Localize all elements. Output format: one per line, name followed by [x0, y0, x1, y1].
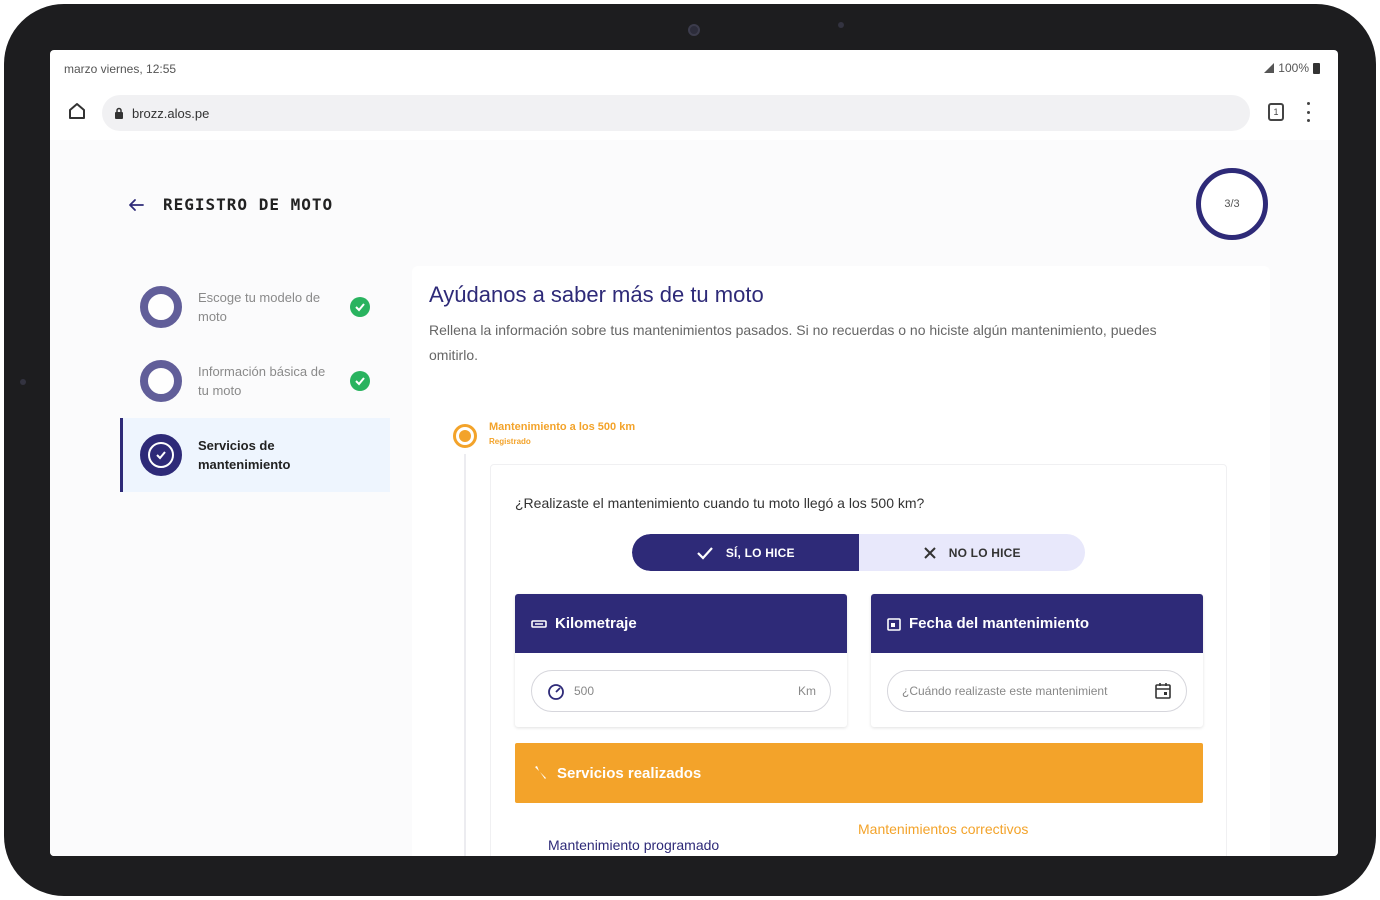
- yes-label: SÍ, LO HICE: [725, 545, 795, 560]
- date-input[interactable]: ¿Cuándo realizaste este mantenimient: [887, 670, 1187, 712]
- services-label: Servicios realizados: [557, 764, 702, 782]
- status-bar: marzo viernes, 12:55 100%: [50, 50, 1338, 86]
- scheduled-maintenance-label: Mantenimiento programado: [548, 837, 720, 853]
- page-title: REGISTRO DE MOTO: [163, 195, 334, 214]
- battery-icon: [1313, 62, 1320, 74]
- progress-indicator: 3/3: [1196, 168, 1268, 240]
- wrench-icon: [535, 766, 546, 779]
- no-button[interactable]: NO LO HICE: [859, 534, 1086, 571]
- date-label: Fecha del mantenimiento: [909, 615, 1090, 632]
- check-icon: [350, 297, 370, 317]
- url-bar[interactable]: brozz.alos.pe: [102, 95, 1250, 131]
- step-maintenance[interactable]: Servicios de mantenimiento: [120, 418, 390, 492]
- signal-icon: [1264, 63, 1275, 73]
- url-text: brozz.alos.pe: [132, 105, 210, 121]
- timeline-line: [464, 454, 466, 856]
- maintenance-question: ¿Realizaste el mantenimiento cuando tu m…: [515, 495, 925, 511]
- side-sensor: [20, 379, 26, 385]
- calendar-icon[interactable]: [1154, 682, 1172, 700]
- date-card: Fecha del mantenimiento ¿Cuándo realizas…: [871, 594, 1203, 727]
- step-basic-info[interactable]: Información básica de tu moto: [120, 344, 390, 418]
- mileage-card: Kilometraje 500 Km: [515, 594, 847, 727]
- step-label: Escoge tu modelo de moto: [198, 290, 321, 324]
- step-label: Servicios de mantenimiento: [198, 438, 291, 472]
- check-circle-icon: [148, 442, 174, 468]
- main-description: Rellena la información sobre tus manteni…: [429, 322, 1157, 363]
- step-label: Información básica de tu moto: [198, 364, 326, 398]
- status-time: marzo viernes, 12:55: [64, 62, 177, 76]
- milestone-subtitle: Registrado: [489, 437, 531, 446]
- status-right: 100%: [1264, 61, 1320, 75]
- tablet-frame: marzo viernes, 12:55 100% brozz.alos.pe …: [4, 4, 1376, 896]
- sensor: [838, 22, 844, 28]
- milestone-form: ¿Realizaste el mantenimiento cuando tu m…: [490, 464, 1227, 856]
- stepper: Escoge tu modelo de moto Información bás…: [120, 270, 390, 492]
- speedometer-icon: [548, 684, 564, 700]
- browser-toolbar: brozz.alos.pe 1: [50, 88, 1338, 140]
- corrective-maintenance-label: Mantenimientos correctivos: [858, 821, 1029, 837]
- mileage-header: Kilometraje: [515, 594, 847, 653]
- date-placeholder: ¿Cuándo realizaste este mantenimient: [902, 684, 1108, 698]
- step-circle: [140, 434, 182, 476]
- milestone-title: Mantenimiento a los 500 km: [489, 421, 636, 433]
- camera-icon: [688, 24, 700, 36]
- milestone-dot-icon: [453, 424, 477, 448]
- check-icon: [697, 546, 713, 560]
- maintenance-card: Ayúdanos a saber más de tu moto Rellena …: [412, 266, 1270, 856]
- main-title: Ayúdanos a saber más de tu moto: [429, 282, 764, 307]
- calendar-icon: [887, 617, 901, 631]
- odometer-icon: [531, 619, 547, 628]
- mileage-unit: Km: [798, 684, 816, 698]
- back-arrow-icon[interactable]: [126, 195, 146, 215]
- close-icon: [924, 546, 936, 559]
- services-header: Servicios realizados: [515, 743, 1203, 803]
- screen: marzo viernes, 12:55 100% brozz.alos.pe …: [50, 50, 1338, 856]
- mileage-value: 500: [574, 684, 595, 698]
- step-circle: [140, 286, 182, 328]
- more-options-icon[interactable]: [1306, 102, 1310, 122]
- did-maintenance-toggle: SÍ, LO HICE NO LO HICE: [632, 534, 1085, 571]
- yes-button[interactable]: SÍ, LO HICE: [632, 534, 859, 571]
- mileage-input[interactable]: 500 Km: [531, 670, 831, 712]
- mileage-label: Kilometraje: [555, 615, 637, 632]
- step-circle: [140, 360, 182, 402]
- home-icon[interactable]: [67, 101, 87, 121]
- no-label: NO LO HICE: [948, 545, 1021, 560]
- page: REGISTRO DE MOTO 3/3 Escoge tu modelo de…: [50, 140, 1338, 856]
- lock-icon: [115, 107, 123, 119]
- date-header: Fecha del mantenimiento: [871, 594, 1203, 653]
- battery-level: 100%: [1278, 61, 1309, 75]
- check-icon: [350, 371, 370, 391]
- tabs-icon[interactable]: 1: [1268, 103, 1284, 121]
- step-model[interactable]: Escoge tu modelo de moto: [120, 270, 390, 344]
